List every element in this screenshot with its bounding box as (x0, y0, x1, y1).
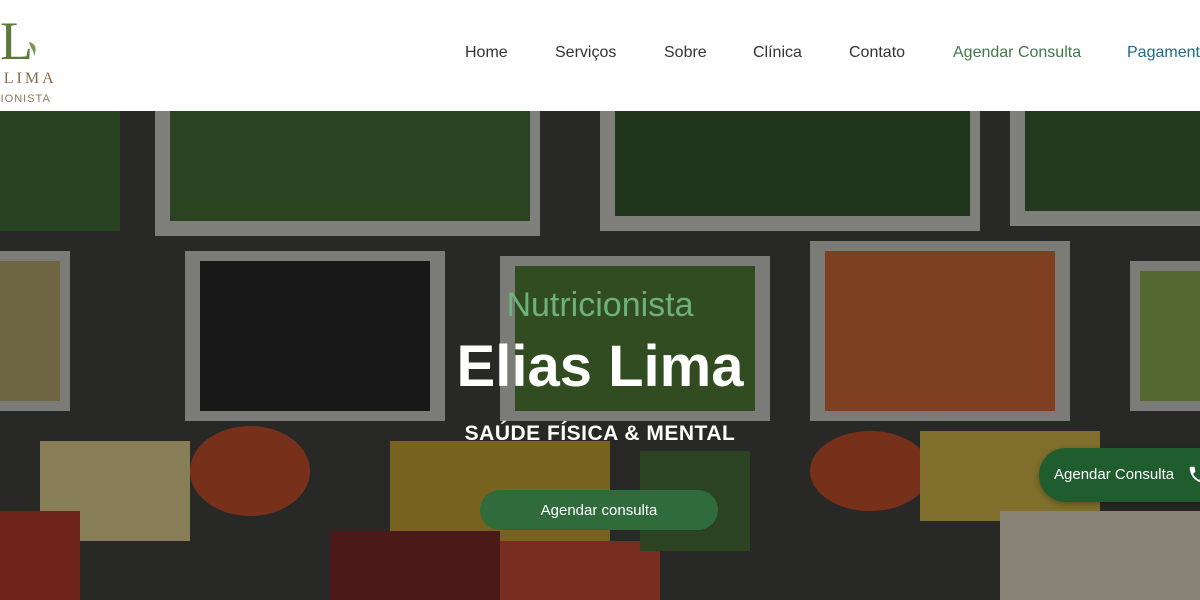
nav-home[interactable]: Home (465, 44, 508, 62)
phone-icon (1189, 466, 1200, 483)
hero-title: Elias Lima (456, 334, 744, 399)
floating-cta-label: Agendar Consulta (1054, 466, 1175, 483)
hero-section: Nutricionista Elias Lima SAÚDE FÍSICA & … (0, 111, 1200, 600)
nav-contato[interactable]: Contato (849, 44, 905, 62)
nav-sobre[interactable]: Sobre (664, 44, 707, 62)
brand-logo[interactable]: L IAS LIMA UTRICIONISTA (0, 10, 126, 105)
nav-agendar-consulta[interactable]: Agendar Consulta (953, 44, 1081, 62)
nav-servicos[interactable]: Serviços (555, 44, 616, 62)
hero-tagline: SAÚDE FÍSICA & MENTAL (464, 422, 736, 445)
site-header: L IAS LIMA UTRICIONISTA Home Serviços So… (0, 0, 1200, 111)
logo-name: IAS LIMA (0, 70, 57, 87)
logo-subtitle: UTRICIONISTA (0, 93, 51, 105)
floating-agendar-consulta-button[interactable]: Agendar Consulta (1039, 448, 1200, 502)
nav-clinica[interactable]: Clínica (753, 44, 802, 62)
leaf-icon (29, 42, 36, 56)
nav-pagamento[interactable]: Pagament (1127, 44, 1200, 62)
agendar-consulta-button[interactable]: Agendar consulta (480, 490, 718, 530)
hero-eyebrow: Nutricionista (506, 286, 694, 324)
